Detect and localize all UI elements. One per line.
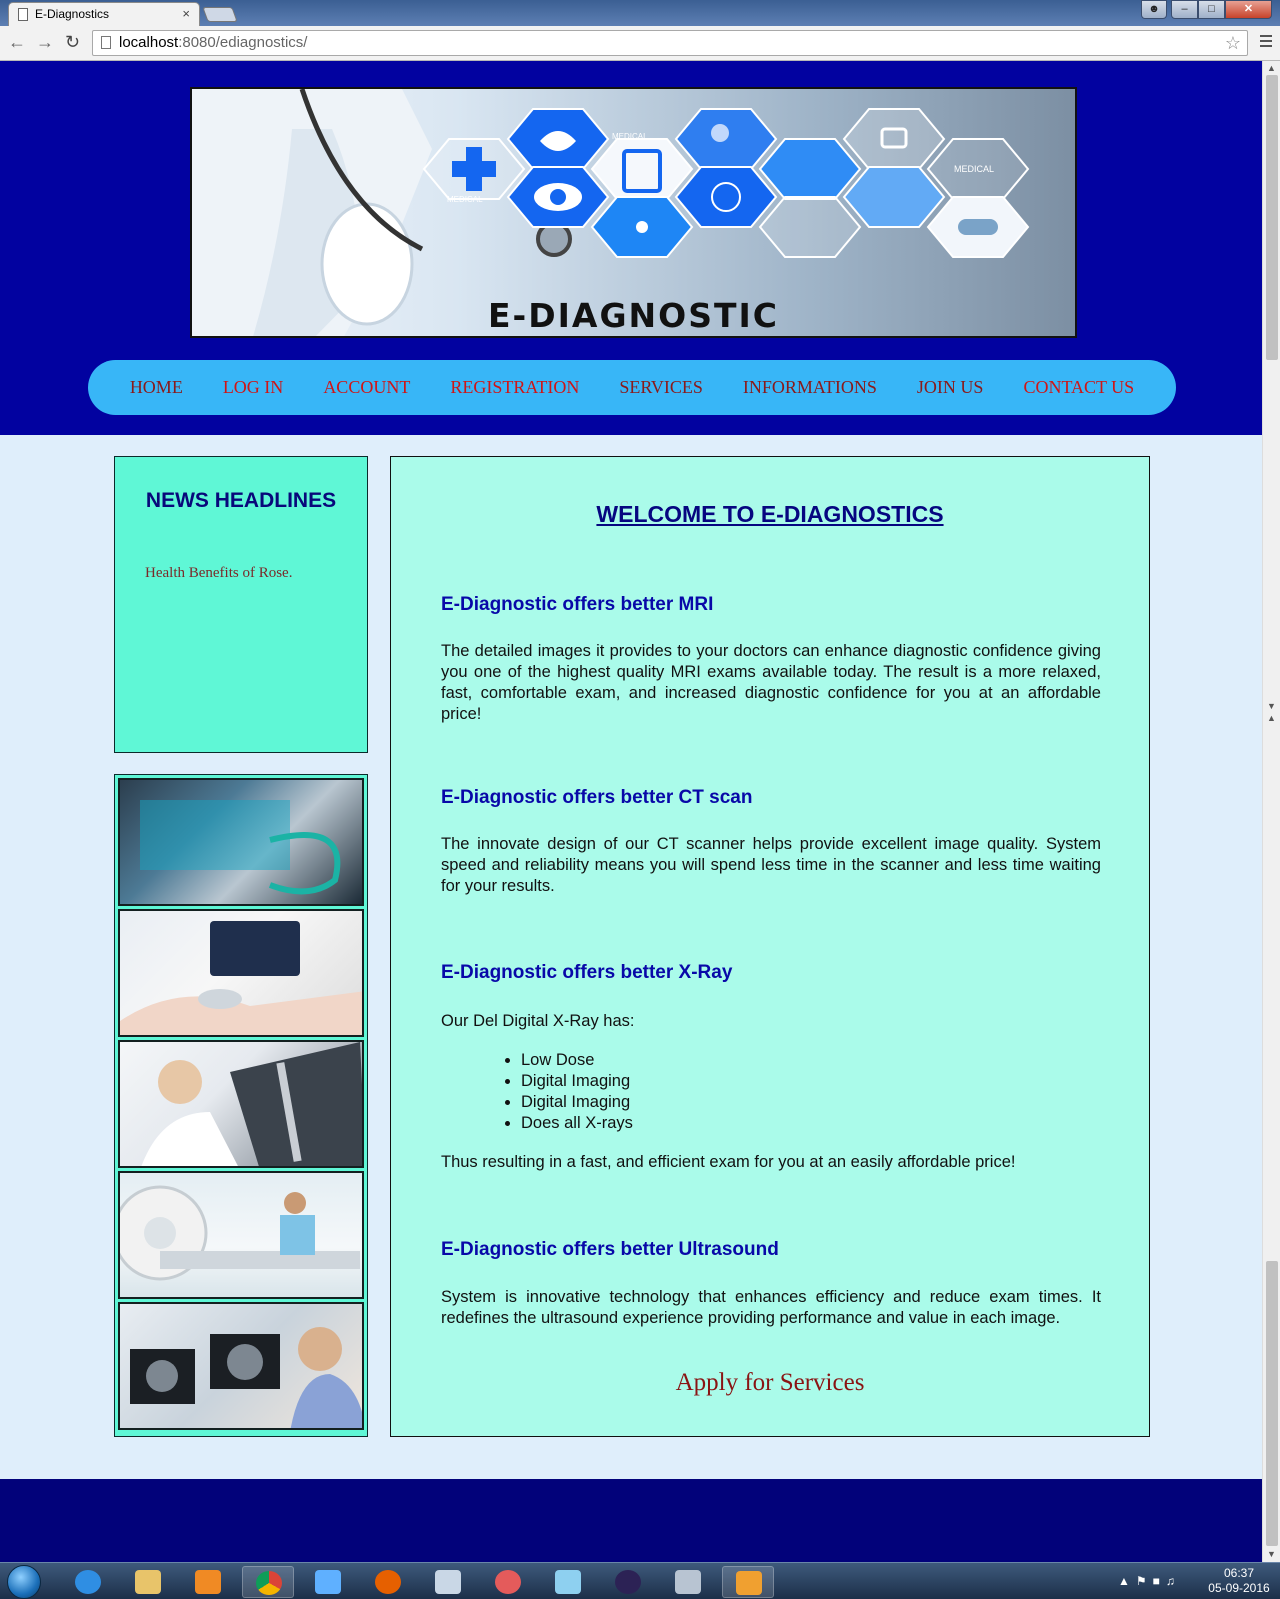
tab-close-icon[interactable]: × — [182, 3, 190, 25]
address-bar[interactable]: localhost:8080/ediagnostics/ ☆ — [92, 30, 1248, 56]
scroll-up-icon[interactable]: ▲ — [1267, 713, 1276, 723]
page-icon — [101, 36, 111, 49]
banner-title: E-DIAGNOSTIC — [488, 296, 779, 335]
scroll-down-icon[interactable]: ▼ — [1267, 701, 1276, 711]
list-item: Digital Imaging — [521, 1092, 633, 1113]
chrome-icon[interactable] — [242, 1566, 294, 1598]
nav-registration[interactable]: REGISTRATION — [450, 377, 579, 398]
winamp-icon[interactable] — [302, 1566, 354, 1598]
url-host: localhost — [119, 34, 179, 51]
radiologist-image — [118, 1302, 364, 1430]
start-button[interactable] — [7, 1565, 41, 1599]
nav-services[interactable]: SERVICES — [619, 377, 703, 398]
url-path: :8080/ediagnostics/ — [178, 34, 308, 51]
browser-tab[interactable]: E-Diagnostics × — [8, 2, 200, 26]
site-header: MEDICAL MEDICAL MEDICAL E-DIAGNOSTIC HOM… — [0, 61, 1262, 435]
ultrasound-text: System is innovative technology that enh… — [441, 1288, 1101, 1327]
page-viewport: MEDICAL MEDICAL MEDICAL E-DIAGNOSTIC HOM… — [0, 61, 1262, 1562]
news-panel: NEWS HEADLINES Health Benefits of Rose. — [114, 456, 368, 753]
tray-icons[interactable]: ▲⚑■♫ — [1118, 1574, 1192, 1588]
browser-menu-icon[interactable] — [1260, 35, 1272, 50]
taskbar-clock[interactable]: 06:37 05-09-2016 — [1206, 1566, 1272, 1596]
xray-outro: Thus resulting in a fast, and efficient … — [441, 1153, 1016, 1171]
header-banner: MEDICAL MEDICAL MEDICAL E-DIAGNOSTIC — [190, 87, 1077, 338]
firefox-icon[interactable] — [362, 1566, 414, 1598]
notepad-icon[interactable] — [542, 1566, 594, 1598]
main-content: WELCOME TO E-DIAGNOSTICS E-Diagnostic of… — [390, 456, 1150, 1437]
window-controls: ☻ – □ ✕ — [1141, 0, 1272, 19]
nav-account[interactable]: ACCOUNT — [323, 377, 410, 398]
tab-title: E-Diagnostics — [35, 7, 110, 21]
list-item: Low Dose — [521, 1050, 633, 1071]
bookmark-star-icon[interactable]: ☆ — [1225, 31, 1241, 55]
os-taskbar: ▲⚑■♫ 06:37 05-09-2016 — [0, 1562, 1280, 1599]
nav-join-us[interactable]: JOIN US — [917, 377, 984, 398]
ct-heading: E-Diagnostic offers better CT scan — [441, 787, 753, 808]
browser-toolbar: ← → ↻ localhost:8080/ediagnostics/ ☆ — [0, 26, 1280, 61]
paint-icon[interactable] — [422, 1566, 474, 1598]
banner-label: MEDICAL — [612, 132, 648, 141]
welcome-heading: WELCOME TO E-DIAGNOSTICS — [596, 501, 944, 527]
java-ee-ide-icon[interactable] — [722, 1566, 774, 1598]
internet-explorer-icon[interactable] — [62, 1566, 114, 1598]
xray-image — [118, 1040, 364, 1168]
scroll-down-icon[interactable]: ▼ — [1267, 1549, 1276, 1559]
list-item: Does all X-rays — [521, 1113, 633, 1134]
ultrasound-image — [118, 909, 364, 1037]
xray-intro: Our Del Digital X-Ray has: — [441, 1012, 635, 1030]
nav-home[interactable]: HOME — [130, 377, 183, 398]
list-item: Digital Imaging — [521, 1071, 633, 1092]
calculator-icon[interactable] — [662, 1566, 714, 1598]
new-tab-button[interactable] — [202, 7, 238, 22]
scroll-up-icon[interactable]: ▲ — [1267, 63, 1276, 73]
news-title: NEWS HEADLINES — [145, 489, 337, 512]
main-nav: HOME LOG IN ACCOUNT REGISTRATION SERVICE… — [88, 360, 1176, 415]
nav-login[interactable]: LOG IN — [223, 377, 284, 398]
banner-label: MEDICAL — [954, 164, 994, 174]
clock-date: 05-09-2016 — [1208, 1581, 1270, 1595]
browser-tab-strip: E-Diagnostics × ☻ – □ ✕ — [0, 0, 1280, 26]
media-player-icon[interactable] — [182, 1566, 234, 1598]
user-icon[interactable]: ☻ — [1141, 0, 1167, 19]
forward-icon[interactable]: → — [36, 32, 54, 53]
minimize-button[interactable]: – — [1171, 0, 1198, 19]
back-icon[interactable]: ← — [8, 32, 26, 53]
snipping-tool-icon[interactable] — [482, 1566, 534, 1598]
maximize-button[interactable]: □ — [1198, 0, 1225, 19]
nav-contact-us[interactable]: CONTACT US — [1023, 377, 1134, 398]
xray-feature-list: Low Dose Digital Imaging Digital Imaging… — [521, 1050, 633, 1134]
scrollbar-thumb[interactable] — [1266, 75, 1278, 360]
reload-icon[interactable]: ↻ — [65, 32, 80, 53]
ct-text: The innovate design of our CT scanner he… — [441, 835, 1101, 895]
clock-time: 06:37 — [1223, 1566, 1255, 1580]
page-icon — [18, 8, 28, 21]
mri-heading: E-Diagnostic offers better MRI — [441, 594, 714, 615]
file-explorer-icon[interactable] — [122, 1566, 174, 1598]
scrollbar-thumb[interactable] — [1266, 1261, 1278, 1546]
ultrasound-heading: E-Diagnostic offers better Ultrasound — [441, 1239, 779, 1260]
mri-text: The detailed images it provides to your … — [441, 642, 1101, 723]
page-scrollbar[interactable]: ▲ ▼ ▲ ▼ — [1262, 61, 1280, 1562]
image-gallery — [114, 774, 368, 1437]
news-item[interactable]: Health Benefits of Rose. — [145, 565, 292, 582]
banner-label: MEDICAL — [447, 195, 483, 204]
nav-informations[interactable]: INFORMATIONS — [743, 377, 877, 398]
xray-heading: E-Diagnostic offers better X-Ray — [441, 962, 733, 983]
close-window-button[interactable]: ✕ — [1225, 0, 1272, 19]
ct-scanner-image — [118, 1171, 364, 1299]
site-footer — [0, 1479, 1262, 1562]
eclipse-icon[interactable] — [602, 1566, 654, 1598]
laptop-stethoscope-image — [118, 778, 364, 906]
apply-for-services-link[interactable]: Apply for Services — [391, 1369, 1149, 1397]
